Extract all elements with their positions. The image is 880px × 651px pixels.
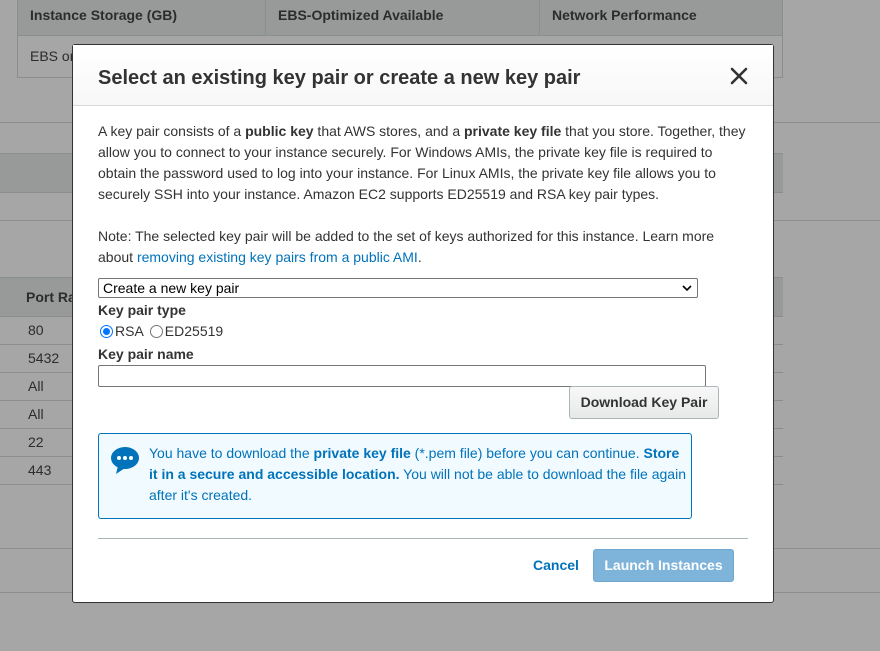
ed25519-radio-label[interactable]: ED25519 — [165, 323, 223, 339]
key-pair-option-select[interactable]: Create a new key pair — [98, 278, 698, 298]
select-value: Create a new key pair — [103, 280, 240, 296]
private-key-term: private key file — [464, 123, 562, 139]
key-pair-dialog: Select an existing key pair or create a … — [72, 44, 774, 603]
rsa-radio-label[interactable]: RSA — [115, 323, 144, 339]
cancel-button[interactable]: Cancel — [533, 557, 579, 573]
key-pair-form: Create a new key pair Key pair type RSA … — [98, 278, 706, 387]
ed25519-radio[interactable] — [149, 324, 163, 338]
close-icon[interactable] — [729, 66, 749, 86]
key-pair-type-options: RSA ED25519 — [98, 320, 706, 342]
chat-bubble-icon — [109, 444, 141, 476]
dialog-header: Select an existing key pair or create a … — [73, 45, 773, 106]
public-key-term: public key — [245, 123, 314, 139]
download-key-pair-button[interactable]: Download Key Pair — [569, 386, 719, 419]
private-key-term: private key file — [313, 445, 411, 461]
download-info-alert: You have to download the private key fil… — [98, 433, 692, 519]
intro-text-part: that AWS stores, and a — [313, 123, 464, 139]
dialog-body: A key pair consists of a public key that… — [98, 121, 750, 289]
info-text-part: (*.pem file) before you can continue. — [410, 445, 644, 461]
remove-key-pairs-link[interactable]: removing existing key pairs from a publi… — [137, 249, 418, 265]
intro-text-part: A key pair consists of a — [98, 123, 246, 139]
footer-divider — [98, 538, 748, 539]
dialog-title: Select an existing key pair or create a … — [98, 67, 581, 89]
chevron-down-icon — [681, 280, 693, 299]
key-pair-name-input[interactable] — [98, 365, 706, 387]
launch-instances-button[interactable]: Launch Instances — [593, 549, 734, 582]
note-text-part: . — [417, 249, 422, 265]
info-text-part: You have to download the — [149, 445, 314, 461]
key-pair-name-label: Key pair name — [98, 346, 194, 362]
intro-text: A key pair consists of a public key that… — [98, 121, 750, 205]
note-text: Note: The selected key pair will be adde… — [98, 226, 750, 268]
key-pair-type-label: Key pair type — [98, 302, 186, 318]
rsa-radio[interactable] — [100, 324, 113, 338]
info-message: You have to download the private key fil… — [149, 443, 689, 506]
